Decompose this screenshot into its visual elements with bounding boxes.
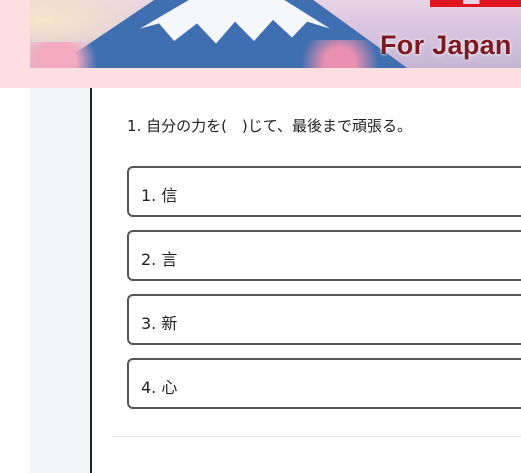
answer-option-label: 2. 言	[141, 250, 178, 269]
answer-option-label: 3. 新	[141, 314, 178, 333]
question-text: 1. 自分の力を( )じて、最後まで頑張る。	[127, 117, 413, 135]
sidebar-strip	[30, 88, 90, 473]
left-margin	[0, 88, 30, 473]
banner-title-partial	[430, 0, 521, 7]
answer-option-3[interactable]: 3. 新	[127, 294, 521, 345]
answer-option-4[interactable]: 4. 心	[127, 358, 521, 409]
banner-image: For Japan	[30, 0, 521, 68]
answer-option-label: 4. 心	[141, 378, 178, 397]
banner-subtitle: For Japan	[380, 30, 512, 60]
answer-option-label: 1. 信	[141, 186, 178, 205]
banner-cherry-blossom	[30, 42, 120, 68]
answer-option-1[interactable]: 1. 信	[127, 166, 521, 217]
vertical-divider	[90, 88, 92, 473]
banner-cherry-blossom	[280, 40, 380, 68]
answer-option-2[interactable]: 2. 言	[127, 230, 521, 281]
horizontal-divider	[112, 436, 521, 437]
